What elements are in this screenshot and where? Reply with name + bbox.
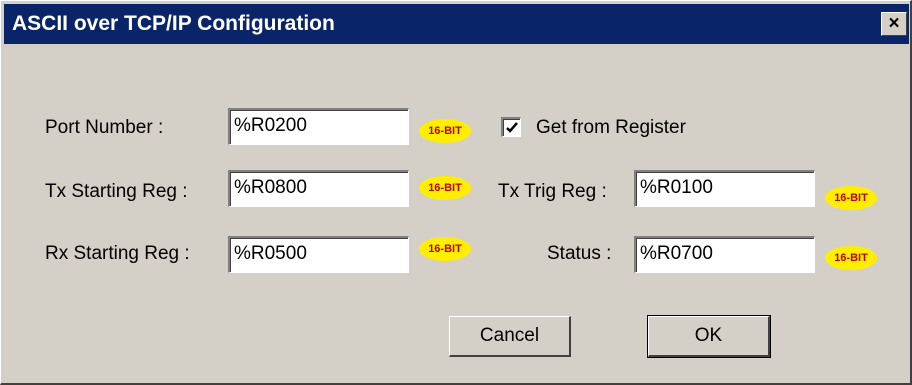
tx-trig-reg-input[interactable]	[636, 172, 810, 204]
port-number-field-frame	[228, 108, 409, 145]
status-input[interactable]	[636, 238, 810, 270]
get-from-register-checkbox[interactable]	[501, 117, 521, 137]
rx-starting-reg-16bit-badge: 16-BIT	[419, 237, 471, 261]
port-number-input[interactable]	[230, 110, 404, 142]
configuration-dialog: ASCII over TCP/IP Configuration × Port N…	[0, 0, 912, 385]
status-16bit-badge: 16-BIT	[825, 246, 877, 270]
tx-trig-reg-16bit-badge: 16-BIT	[825, 186, 877, 210]
close-button[interactable]: ×	[881, 12, 907, 36]
tx-trig-reg-field-frame	[634, 170, 815, 207]
cancel-button[interactable]: Cancel	[449, 316, 571, 357]
rx-starting-reg-field-frame	[228, 236, 409, 273]
title-bar[interactable]: ASCII over TCP/IP Configuration ×	[4, 4, 909, 44]
port-number-16bit-badge: 16-BIT	[419, 119, 471, 143]
ok-button[interactable]: OK	[647, 315, 771, 358]
rx-starting-reg-input[interactable]	[230, 238, 404, 270]
tx-starting-reg-field-frame	[228, 170, 409, 207]
tx-starting-reg-16bit-badge: 16-BIT	[419, 176, 471, 200]
port-number-label: Port Number :	[45, 117, 164, 138]
rx-starting-reg-label: Rx Starting Reg :	[45, 243, 190, 264]
tx-trig-reg-label: Tx Trig Reg :	[498, 181, 607, 202]
get-from-register-label[interactable]: Get from Register	[536, 117, 686, 139]
tx-starting-reg-label: Tx Starting Reg :	[45, 181, 188, 202]
status-field-frame	[634, 236, 815, 273]
checkmark-icon	[506, 122, 518, 133]
tx-starting-reg-input[interactable]	[230, 172, 404, 204]
window-title: ASCII over TCP/IP Configuration	[12, 12, 335, 35]
status-label: Status :	[547, 243, 612, 264]
